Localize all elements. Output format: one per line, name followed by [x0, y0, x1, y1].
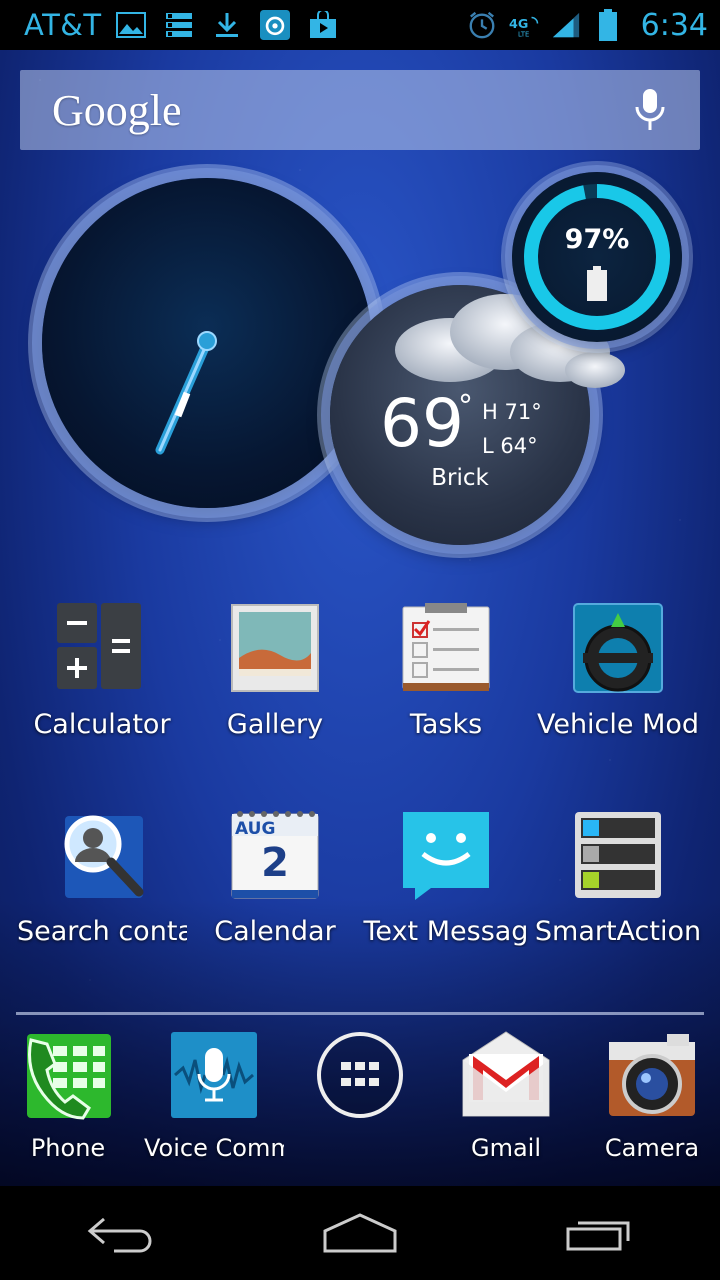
battery-level-icon — [587, 266, 607, 301]
app-tasks[interactable]: Tasks — [356, 603, 536, 763]
alarm-icon — [467, 10, 497, 40]
search-contacts-icon — [57, 810, 147, 900]
app-label: Tasks — [409, 709, 483, 740]
app-calculator[interactable]: Calculator — [12, 603, 192, 763]
back-icon[interactable] — [65, 1198, 175, 1268]
play-store-icon — [308, 10, 338, 40]
home-icon[interactable] — [305, 1198, 415, 1268]
app-label: SmartAction — [534, 916, 702, 947]
dock-camera[interactable]: Camera — [579, 1030, 720, 1162]
calculator-icon — [57, 603, 147, 693]
clock-hands — [155, 331, 217, 455]
app-label: Calendar — [214, 916, 336, 947]
dock-label: Phone — [30, 1134, 106, 1162]
app-label: Vehicle Mod — [536, 709, 700, 740]
signal-icon — [551, 10, 581, 40]
google-search-bar[interactable]: Google — [20, 70, 700, 150]
navigation-bar — [0, 1186, 720, 1280]
google-logo[interactable]: Google — [52, 85, 182, 136]
network-4g-icon: 4G LTE — [509, 10, 539, 40]
phone-icon — [23, 1030, 113, 1120]
app-label: Text Messag — [363, 916, 529, 947]
download-icon — [212, 10, 242, 40]
smartactions-icon — [573, 810, 663, 900]
recent-apps-icon[interactable] — [545, 1198, 655, 1268]
status-clock: 6:34 — [640, 7, 708, 43]
vehicle-mode-icon — [573, 603, 663, 693]
camera-icon — [607, 1030, 697, 1120]
weather-high: H 71° — [482, 400, 542, 424]
svg-text:LTE: LTE — [518, 30, 529, 38]
status-bar[interactable]: AT&T 4G LTE 6:34 — [0, 0, 720, 50]
calendar-month: AUG — [235, 819, 276, 839]
app-label: Search conta — [17, 916, 187, 947]
carrier-label: AT&T — [24, 8, 102, 42]
app-drawer-button[interactable] — [287, 1030, 433, 1120]
weather-high-low: H 71° L 64° — [482, 395, 542, 463]
tasks-icon — [401, 603, 491, 693]
app-search-contacts[interactable]: Search conta — [12, 810, 192, 970]
dock-divider — [16, 1012, 704, 1015]
calendar-day: 2 — [261, 840, 289, 886]
app-label: Gallery — [226, 709, 324, 740]
app-notification-icon — [259, 10, 290, 40]
list-notification-icon — [164, 10, 194, 40]
mic-icon[interactable] — [630, 85, 670, 135]
dock-label: Camera — [604, 1134, 700, 1162]
battery-icon — [593, 9, 623, 41]
weather-low: L 64° — [482, 434, 538, 458]
messaging-icon — [401, 810, 491, 900]
dock-gmail[interactable]: Gmail — [433, 1030, 579, 1162]
app-calendar[interactable]: AUG 2 Calendar — [185, 810, 365, 970]
app-label: Calculator — [33, 709, 171, 740]
app-smartactions[interactable]: SmartAction — [528, 810, 708, 970]
dock-label: Voice Comm — [144, 1134, 284, 1162]
battery-widget[interactable]: 97% — [512, 172, 682, 342]
dock-voice-commands[interactable]: Voice Comm — [141, 1030, 287, 1162]
gallery-icon — [230, 603, 320, 693]
weather-location: Brick — [431, 465, 489, 491]
gallery-notification-icon — [115, 10, 146, 40]
voice-commands-icon — [169, 1030, 259, 1120]
dock-phone[interactable]: Phone — [0, 1030, 141, 1162]
app-gallery[interactable]: Gallery — [185, 603, 365, 763]
app-text-messaging[interactable]: Text Messag — [356, 810, 536, 970]
calendar-icon: AUG 2 — [230, 810, 320, 900]
battery-ring — [524, 184, 670, 330]
app-vehicle-mode[interactable]: Vehicle Mod — [528, 603, 708, 763]
dock-label: Gmail — [470, 1134, 542, 1162]
battery-percent: 97% — [564, 224, 630, 255]
gmail-icon — [461, 1030, 551, 1120]
app-drawer-icon — [315, 1030, 405, 1120]
analog-clock-widget[interactable] — [42, 178, 372, 508]
